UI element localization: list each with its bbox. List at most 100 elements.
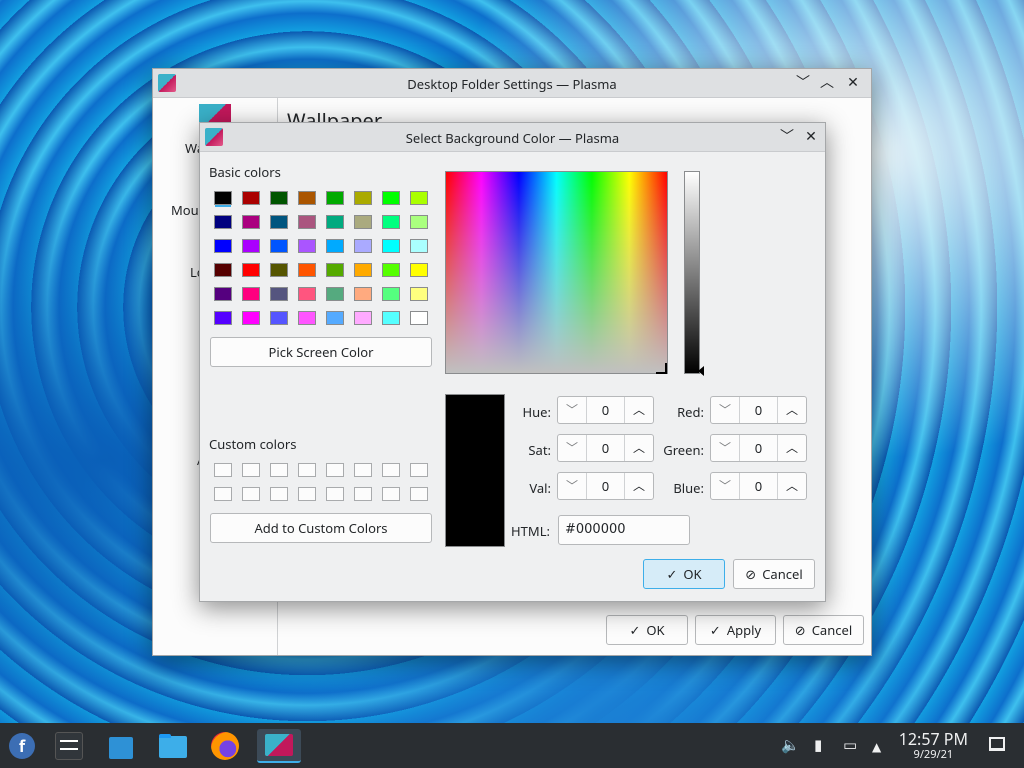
custom-color-swatch[interactable] — [242, 487, 260, 501]
basic-color-swatch[interactable] — [326, 239, 344, 253]
clock[interactable]: 12:57 PM 9/29/21 — [899, 730, 968, 762]
html-color-input[interactable]: #000000 — [558, 515, 690, 545]
basic-color-swatch[interactable] — [214, 287, 232, 301]
sat-spinbox[interactable]: ﹀ 0 ︿ — [557, 434, 654, 462]
val-spinbox[interactable]: ﹀ 0 ︿ — [557, 472, 654, 500]
basic-color-swatch[interactable] — [242, 215, 260, 229]
custom-color-swatch[interactable] — [242, 463, 260, 477]
firefox-icon[interactable] — [208, 729, 242, 763]
basic-color-swatch[interactable] — [270, 287, 288, 301]
volume-icon[interactable]: 🔈 — [781, 735, 800, 755]
basic-color-swatch[interactable] — [354, 215, 372, 229]
file-manager-icon[interactable] — [156, 729, 190, 763]
custom-color-swatch[interactable] — [298, 463, 316, 477]
basic-color-swatch[interactable] — [410, 263, 428, 277]
show-desktop-icon[interactable] — [989, 737, 1005, 751]
basic-color-swatch[interactable] — [326, 191, 344, 205]
basic-color-swatch[interactable] — [354, 239, 372, 253]
tray-expand-icon[interactable]: ▲ — [872, 738, 881, 755]
basic-color-swatch[interactable] — [298, 287, 316, 301]
value-slider-handle[interactable] — [698, 366, 704, 376]
basic-color-swatch[interactable] — [214, 215, 232, 229]
bg-ok-button[interactable]: ✓ OK — [606, 615, 688, 645]
basic-color-swatch[interactable] — [298, 263, 316, 277]
basic-color-swatch[interactable] — [326, 215, 344, 229]
chevron-down-icon[interactable]: ﹀ — [558, 397, 587, 423]
basic-color-swatch[interactable] — [214, 263, 232, 277]
plasma-task-active[interactable] — [257, 729, 301, 763]
basic-color-swatch[interactable] — [382, 311, 400, 325]
cancel-button[interactable]: ⊘ Cancel — [733, 559, 815, 589]
custom-color-swatch[interactable] — [382, 487, 400, 501]
green-value[interactable]: 0 — [739, 435, 778, 461]
basic-color-swatch[interactable] — [298, 191, 316, 205]
maximize-icon[interactable]: ︿ — [817, 73, 837, 93]
basic-color-swatch[interactable] — [326, 263, 344, 277]
pick-screen-color-button[interactable]: Pick Screen Color — [210, 337, 432, 367]
dialog-titlebar[interactable]: Select Background Color — Plasma ﹀ ✕ — [200, 123, 825, 152]
basic-color-swatch[interactable] — [298, 215, 316, 229]
chevron-up-icon[interactable]: ︿ — [777, 473, 806, 499]
bg-cancel-button[interactable]: ⊘ Cancel — [783, 615, 864, 645]
custom-color-swatch[interactable] — [410, 487, 428, 501]
basic-color-swatch[interactable] — [242, 239, 260, 253]
basic-color-swatch[interactable] — [298, 311, 316, 325]
chevron-down-icon[interactable]: ﹀ — [711, 473, 740, 499]
apply-button[interactable]: ✓ Apply — [695, 615, 776, 645]
custom-color-swatch[interactable] — [270, 487, 288, 501]
basic-color-swatch[interactable] — [270, 215, 288, 229]
basic-color-swatch[interactable] — [214, 239, 232, 253]
basic-color-swatch[interactable] — [214, 311, 232, 325]
custom-color-swatch[interactable] — [298, 487, 316, 501]
custom-color-swatch[interactable] — [382, 463, 400, 477]
basic-color-swatch[interactable] — [410, 215, 428, 229]
basic-color-swatch[interactable] — [410, 239, 428, 253]
basic-color-swatch[interactable] — [410, 191, 428, 205]
basic-color-swatch[interactable] — [298, 239, 316, 253]
picker-crosshair[interactable] — [656, 363, 667, 374]
basic-color-swatch[interactable] — [382, 215, 400, 229]
sat-value[interactable]: 0 — [586, 435, 625, 461]
basic-color-swatch[interactable] — [410, 287, 428, 301]
usb-device-icon[interactable]: ▮ — [814, 735, 822, 755]
chevron-down-icon[interactable]: ﹀ — [711, 397, 740, 423]
network-icon[interactable]: ▭ — [843, 735, 857, 755]
blue-value[interactable]: 0 — [739, 473, 778, 499]
basic-color-swatch[interactable] — [354, 191, 372, 205]
basic-color-swatch[interactable] — [382, 287, 400, 301]
basic-color-swatch[interactable] — [326, 287, 344, 301]
basic-color-swatch[interactable] — [242, 191, 260, 205]
chevron-up-icon[interactable]: ︿ — [777, 435, 806, 461]
bg-window-titlebar[interactable]: Desktop Folder Settings — Plasma ﹀ ︿ ✕ — [153, 69, 871, 98]
basic-color-swatch[interactable] — [270, 311, 288, 325]
basic-color-swatch[interactable] — [270, 263, 288, 277]
hue-spinbox[interactable]: ﹀ 0 ︿ — [557, 396, 654, 424]
basic-color-swatch[interactable] — [242, 287, 260, 301]
basic-color-swatch[interactable] — [382, 263, 400, 277]
discover-store-icon[interactable] — [104, 729, 138, 763]
chevron-up-icon[interactable]: ︿ — [777, 397, 806, 423]
system-settings-icon[interactable] — [52, 729, 86, 763]
basic-color-swatch[interactable] — [410, 311, 428, 325]
close-icon[interactable]: ✕ — [843, 73, 863, 93]
basic-color-swatch[interactable] — [242, 263, 260, 277]
basic-color-swatch[interactable] — [270, 239, 288, 253]
minimize-icon[interactable]: ﹀ — [777, 127, 797, 147]
red-spinbox[interactable]: ﹀ 0 ︿ — [710, 396, 807, 424]
custom-color-swatch[interactable] — [354, 487, 372, 501]
red-value[interactable]: 0 — [739, 397, 778, 423]
custom-color-swatch[interactable] — [354, 463, 372, 477]
basic-color-swatch[interactable] — [382, 191, 400, 205]
basic-color-swatch[interactable] — [326, 311, 344, 325]
hue-saturation-picker[interactable] — [445, 171, 668, 374]
basic-color-swatch[interactable] — [354, 311, 372, 325]
blue-spinbox[interactable]: ﹀ 0 ︿ — [710, 472, 807, 500]
custom-color-swatch[interactable] — [410, 463, 428, 477]
hue-value[interactable]: 0 — [586, 397, 625, 423]
custom-color-swatch[interactable] — [326, 463, 344, 477]
minimize-icon[interactable]: ﹀ — [793, 73, 813, 93]
custom-color-swatch[interactable] — [270, 463, 288, 477]
custom-color-swatch[interactable] — [214, 463, 232, 477]
fedora-launcher-icon[interactable]: f — [5, 729, 39, 763]
custom-color-swatch[interactable] — [214, 487, 232, 501]
